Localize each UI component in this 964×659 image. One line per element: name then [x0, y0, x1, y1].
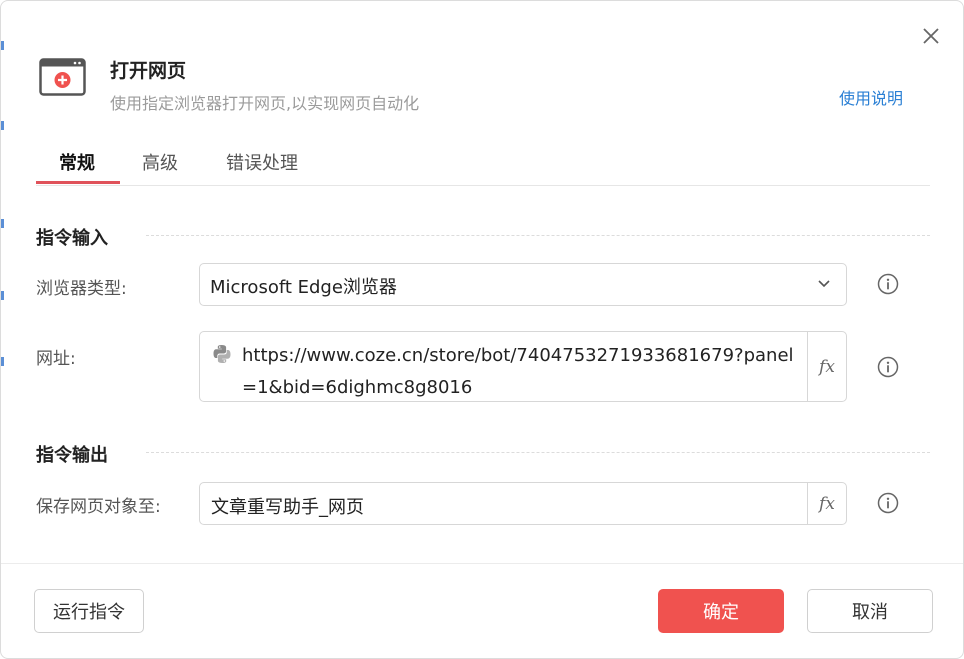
dialog-subtitle: 使用指定浏览器打开网页,以实现网页自动化 [110, 94, 420, 113]
tab-error-handling[interactable]: 错误处理 [226, 149, 298, 175]
save-fx-button[interactable]: fx [807, 483, 846, 524]
section-title-input: 指令输入 [36, 228, 108, 249]
cancel-button[interactable]: 取消 [807, 589, 933, 633]
background-edge-mark [1, 219, 4, 228]
browser-type-select[interactable]: Microsoft Edge浏览器 [199, 263, 847, 306]
browser-type-value: Microsoft Edge浏览器 [210, 277, 397, 298]
dialog-title: 打开网页 [110, 60, 187, 82]
help-link[interactable]: 使用说明 [839, 85, 903, 109]
close-icon [923, 28, 939, 44]
close-button[interactable] [919, 24, 943, 48]
active-tab-indicator [36, 181, 120, 184]
background-edge-mark [1, 291, 4, 300]
url-fx-button[interactable]: fx [807, 332, 846, 401]
confirm-button[interactable]: 确定 [658, 589, 784, 633]
background-edge-mark [1, 41, 4, 50]
chevron-down-icon [818, 280, 830, 288]
url-label: 网址: [36, 349, 76, 369]
tab-bar: 常规 高级 错误处理 [36, 141, 930, 186]
background-edge-mark [1, 357, 4, 366]
url-value: https://www.coze.cn/store/bot/7404753271… [242, 345, 794, 398]
url-input[interactable]: https://www.coze.cn/store/bot/7404753271… [199, 331, 847, 402]
info-icon[interactable] [877, 273, 899, 295]
save-webpage-value: 文章重写助手_网页 [211, 497, 364, 518]
tab-advanced[interactable]: 高级 [142, 149, 178, 175]
section-title-output: 指令输出 [36, 445, 108, 466]
python-icon [213, 345, 231, 363]
background-edge-mark [1, 121, 4, 130]
open-webpage-dialog: 打开网页 使用指定浏览器打开网页,以实现网页自动化 使用说明 常规 高级 错误处… [0, 0, 964, 659]
section-divider [146, 235, 930, 236]
info-icon[interactable] [877, 492, 899, 514]
run-command-button[interactable]: 运行指令 [34, 589, 144, 633]
browser-type-label: 浏览器类型: [36, 279, 127, 299]
browser-window-plus-icon [39, 58, 86, 96]
save-webpage-input[interactable]: 文章重写助手_网页 fx [199, 482, 847, 525]
info-icon[interactable] [877, 356, 899, 378]
tab-general[interactable]: 常规 [59, 149, 95, 175]
section-divider [146, 452, 930, 453]
save-webpage-label: 保存网页对象至: [36, 497, 161, 517]
footer-divider [1, 563, 963, 564]
